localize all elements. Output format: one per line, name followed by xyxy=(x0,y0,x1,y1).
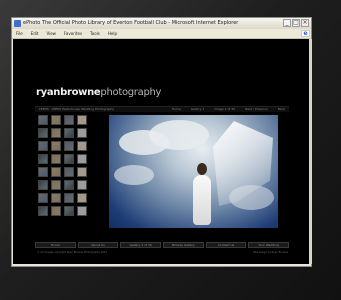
thumbnail[interactable] xyxy=(38,141,48,151)
minimize-button[interactable]: _ xyxy=(283,19,291,27)
gallery-counter-button[interactable]: Gallery 1 of 30 xyxy=(120,242,162,248)
page-viewport: ryanbrownephotography LEEDS · LEEDS Wate… xyxy=(13,39,310,264)
browse-gallery-button[interactable]: Browse Gallery xyxy=(163,242,204,248)
thumbnail[interactable] xyxy=(64,180,74,190)
menu-tools[interactable]: Tools xyxy=(90,30,100,37)
menu-view[interactable]: View xyxy=(46,30,56,37)
vertical-scrollbar[interactable] xyxy=(309,39,312,264)
thumbnail[interactable] xyxy=(38,180,48,190)
home-button[interactable]: Home xyxy=(35,242,76,248)
thumbnail[interactable] xyxy=(77,141,87,151)
about-us-button[interactable]: About Us xyxy=(77,242,119,248)
menu-help[interactable]: Help xyxy=(108,30,117,37)
browser-window: ePhoto The Official Photo Library of Eve… xyxy=(11,17,312,267)
thumbnail[interactable] xyxy=(64,128,74,138)
thumbnail[interactable] xyxy=(51,180,61,190)
thumbnail[interactable] xyxy=(51,141,61,151)
thumbnail[interactable] xyxy=(38,115,48,125)
thumbnail[interactable] xyxy=(64,115,74,125)
menu-file[interactable]: File xyxy=(16,30,23,37)
info-strip: LEEDS · LEEDS Waterhouse Wedding Photogr… xyxy=(35,106,289,112)
thumbnail[interactable] xyxy=(64,154,74,164)
thumbnail[interactable] xyxy=(38,167,48,177)
thumbnail[interactable] xyxy=(38,154,48,164)
close-button[interactable]: × xyxy=(301,19,309,27)
maximize-button[interactable]: □ xyxy=(292,19,300,27)
strip-image-counter: Image 1 of 30 xyxy=(214,107,236,111)
thumbnail-grid xyxy=(38,115,87,216)
thumbnail[interactable] xyxy=(51,193,61,203)
ie-icon xyxy=(14,20,21,27)
strip-caption: LEEDS · LEEDS Waterhouse Wedding Photogr… xyxy=(39,107,115,111)
thumbnail[interactable] xyxy=(51,128,61,138)
thumbnail[interactable] xyxy=(51,154,61,164)
menu-bar: File Edit View Favorites Tools Help e xyxy=(12,29,311,39)
menu-edit[interactable]: Edit xyxy=(31,30,39,37)
contact-us-button[interactable]: Contact Us xyxy=(205,242,247,248)
logo-first: ryanbrowne xyxy=(36,87,101,98)
strip-back-link[interactable]: Back xyxy=(278,107,285,112)
thumbnail[interactable] xyxy=(64,193,74,203)
thumbnail[interactable] xyxy=(77,128,87,138)
site-logo[interactable]: ryanbrownephotography xyxy=(36,87,161,98)
thumbnail[interactable] xyxy=(64,141,74,151)
bride-figure xyxy=(191,155,213,225)
thumbnail[interactable] xyxy=(51,206,61,216)
logo-second: photography xyxy=(100,87,162,98)
main-photo[interactable] xyxy=(109,115,278,228)
windows-logo-icon: e xyxy=(301,30,310,37)
strip-home-link[interactable]: Home xyxy=(172,107,181,112)
thumbnail[interactable] xyxy=(38,128,48,138)
thumbnail[interactable] xyxy=(77,167,87,177)
bottom-nav: Home About Us Gallery 1 of 30 Browse Gal… xyxy=(35,242,290,248)
thumbnail[interactable] xyxy=(64,167,74,177)
thumbnail[interactable] xyxy=(77,115,87,125)
strip-next-prev-link[interactable]: Next / Previous xyxy=(245,107,268,112)
menu-favorites[interactable]: Favorites xyxy=(64,30,82,37)
strip-nav: Home Gallery 1 Image 1 of 30 Next / Prev… xyxy=(172,107,285,112)
thumbnail[interactable] xyxy=(77,154,87,164)
thumbnail[interactable] xyxy=(77,193,87,203)
thumbnail[interactable] xyxy=(77,206,87,216)
thumbnail[interactable] xyxy=(64,206,74,216)
thumbnail[interactable] xyxy=(38,193,48,203)
strip-gallery-link[interactable]: Gallery 1 xyxy=(191,107,205,112)
thumbnail[interactable] xyxy=(51,167,61,177)
your-wedding-button[interactable]: Your Wedding xyxy=(248,242,290,248)
footer-credit: Site design by Ryan Browne xyxy=(253,251,288,254)
window-title: ePhoto The Official Photo Library of Eve… xyxy=(23,20,239,26)
thumbnail[interactable] xyxy=(38,206,48,216)
thumbnail[interactable] xyxy=(51,115,61,125)
footer-copyright: © All images copyright Ryan Browne Photo… xyxy=(37,251,107,254)
thumbnail[interactable] xyxy=(77,180,87,190)
window-controls: _ □ × xyxy=(283,19,309,27)
